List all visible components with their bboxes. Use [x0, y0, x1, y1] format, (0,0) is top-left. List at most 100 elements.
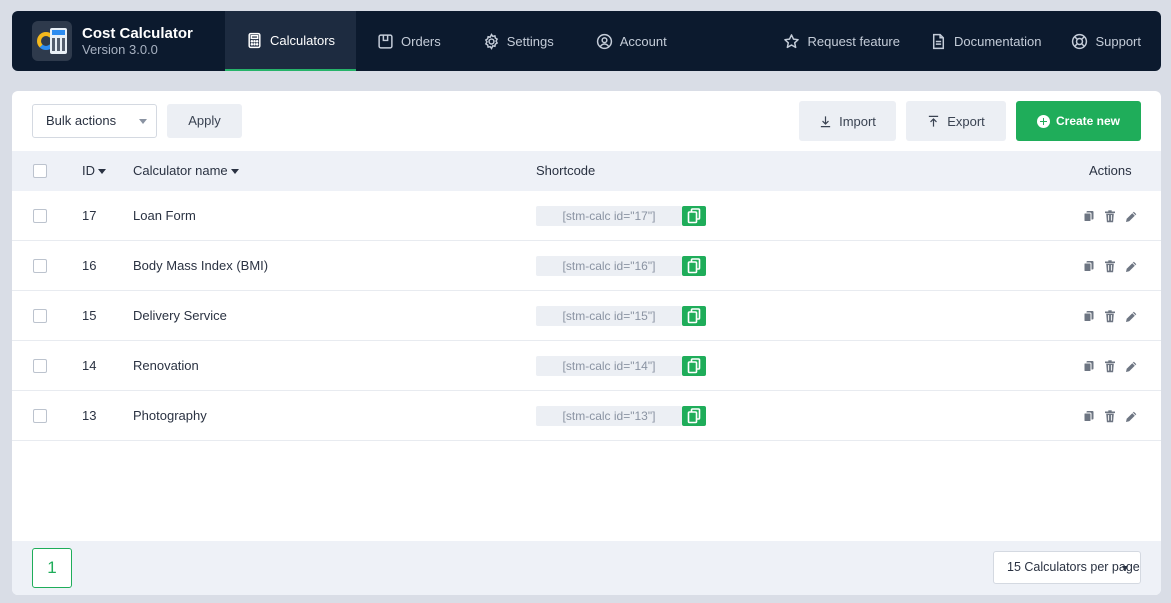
nav-settings[interactable]: Settings — [462, 11, 575, 71]
bulk-actions-select[interactable]: Bulk actions — [32, 104, 157, 138]
apply-button[interactable]: Apply — [167, 104, 242, 138]
nav-calculators[interactable]: Calculators — [225, 11, 357, 71]
row-shortcode: [stm-calc id="13"] — [536, 406, 682, 426]
download-icon — [820, 115, 831, 127]
row-shortcode: [stm-calc id="16"] — [536, 256, 682, 276]
row-shortcode: [stm-calc id="15"] — [536, 306, 682, 326]
upload-icon — [929, 115, 939, 127]
edit-pencil-icon[interactable] — [1125, 260, 1138, 276]
edit-pencil-icon[interactable] — [1125, 360, 1138, 376]
nav-account-label: Account — [619, 33, 667, 49]
column-shortcode-header: Shortcode — [536, 163, 596, 178]
copy-shortcode-button[interactable] — [682, 206, 706, 226]
duplicate-icon[interactable] — [1083, 310, 1095, 326]
export-label: Export — [947, 113, 985, 129]
table-row: 14 Renovation [stm-calc id="14"] — [12, 341, 1161, 391]
row-actions — [1083, 310, 1138, 326]
import-button[interactable]: Import — [799, 101, 896, 141]
nav-documentation-label: Documentation — [954, 33, 1042, 49]
column-id-label: ID — [82, 163, 95, 178]
row-calculator-name[interactable]: Delivery Service — [133, 291, 227, 341]
row-calculator-name[interactable]: Photography — [133, 391, 207, 441]
duplicate-icon[interactable] — [1083, 360, 1095, 376]
nav-documentation[interactable]: Documentation — [930, 11, 1041, 71]
column-id-header[interactable]: ID — [82, 151, 106, 191]
user-circle-icon — [596, 33, 612, 49]
per-page-value: 15 Calculators per page — [1007, 560, 1140, 574]
duplicate-icon[interactable] — [1083, 410, 1095, 426]
bulk-actions-value: Bulk actions — [46, 113, 117, 128]
copy-icon — [682, 358, 706, 379]
row-shortcode: [stm-calc id="14"] — [536, 356, 682, 376]
trash-icon[interactable] — [1104, 310, 1116, 326]
nav-request-feature[interactable]: Request feature — [783, 11, 900, 71]
gear-icon — [484, 32, 498, 50]
per-page-select[interactable]: 15 Calculators per page — [993, 551, 1141, 584]
create-new-label: Create new — [1055, 114, 1121, 128]
copy-shortcode-button[interactable] — [682, 256, 706, 276]
row-shortcode: [stm-calc id="17"] — [536, 206, 682, 226]
copy-shortcode-button[interactable] — [682, 356, 706, 376]
calculators-panel: Bulk actions Apply Import Export Create … — [12, 91, 1161, 595]
trash-icon[interactable] — [1104, 210, 1116, 226]
nav-orders[interactable]: Orders — [356, 11, 462, 71]
copy-icon — [682, 308, 706, 329]
row-checkbox[interactable] — [33, 409, 47, 423]
row-checkbox[interactable] — [33, 309, 47, 323]
table-row: 17 Loan Form [stm-calc id="17"] — [12, 191, 1161, 241]
trash-icon[interactable] — [1104, 260, 1116, 276]
trash-icon[interactable] — [1104, 410, 1116, 426]
row-id: 17 — [82, 208, 97, 223]
nav-support-label: Support — [1095, 33, 1141, 49]
box-icon — [378, 33, 393, 49]
nav-orders-label: Orders — [401, 33, 441, 49]
row-checkbox[interactable] — [33, 209, 47, 223]
duplicate-icon[interactable] — [1083, 210, 1095, 226]
trash-icon[interactable] — [1104, 360, 1116, 376]
nav-request-feature-label: Request feature — [807, 33, 900, 49]
plus-circle-icon — [1036, 114, 1050, 128]
edit-pencil-icon[interactable] — [1125, 310, 1138, 326]
row-calculator-name[interactable]: Body Mass Index (BMI) — [133, 241, 268, 291]
column-name-header[interactable]: Calculator name — [133, 151, 239, 191]
brand: Cost Calculator Version 3.0.0 — [12, 11, 225, 71]
copy-shortcode-button[interactable] — [682, 406, 706, 426]
row-calculator-name[interactable]: Loan Form — [133, 191, 196, 241]
edit-pencil-icon[interactable] — [1125, 210, 1138, 226]
row-actions — [1083, 410, 1138, 426]
chevron-down-icon — [1122, 566, 1128, 571]
table-row: 13 Photography [stm-calc id="13"] — [12, 391, 1161, 441]
duplicate-icon[interactable] — [1083, 260, 1095, 276]
nav-support[interactable]: Support — [1071, 11, 1141, 71]
row-actions — [1083, 210, 1138, 226]
nav-calculators-label: Calculators — [270, 32, 336, 48]
table-row: 15 Delivery Service [stm-calc id="15"] — [12, 291, 1161, 341]
import-label: Import — [839, 113, 876, 129]
row-actions — [1083, 260, 1138, 276]
nav-settings-label: Settings — [506, 33, 554, 49]
star-icon — [784, 33, 800, 48]
row-calculator-name[interactable]: Renovation — [133, 341, 199, 391]
copy-icon — [682, 258, 706, 279]
copy-shortcode-button[interactable] — [682, 306, 706, 326]
document-icon — [932, 33, 945, 49]
row-id: 14 — [82, 358, 97, 373]
row-checkbox[interactable] — [33, 359, 47, 373]
row-id: 13 — [82, 408, 97, 423]
export-button[interactable]: Export — [906, 101, 1006, 141]
row-actions — [1083, 360, 1138, 376]
page-button[interactable]: 1 — [32, 548, 72, 588]
lifebuoy-icon — [1072, 33, 1088, 49]
row-checkbox[interactable] — [33, 259, 47, 273]
row-id: 15 — [82, 308, 97, 323]
row-id: 16 — [82, 258, 97, 273]
top-navigation: Cost Calculator Version 3.0.0 Calculator… — [12, 11, 1161, 71]
select-all-checkbox[interactable] — [33, 164, 47, 178]
table-header: ID Calculator name Shortcode Actions — [12, 151, 1161, 191]
copy-icon — [682, 408, 706, 429]
edit-pencil-icon[interactable] — [1125, 410, 1138, 426]
sort-down-icon — [230, 169, 239, 175]
create-new-button[interactable]: Create new — [1016, 101, 1141, 141]
nav-account[interactable]: Account — [575, 11, 688, 71]
column-name-label: Calculator name — [133, 163, 228, 178]
